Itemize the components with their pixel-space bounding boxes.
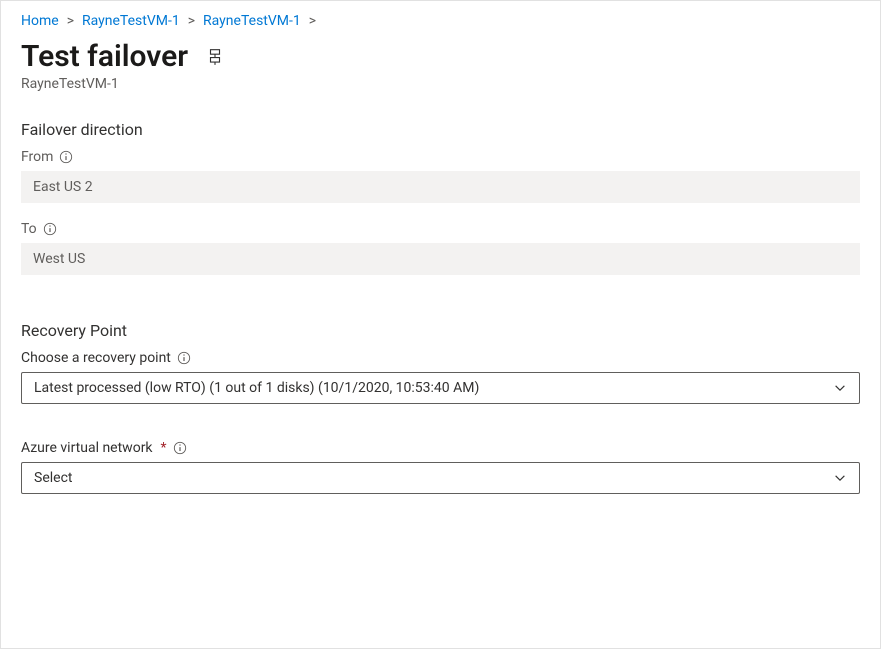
recovery-point-heading: Recovery Point — [21, 321, 860, 340]
failover-direction-heading: Failover direction — [21, 120, 860, 139]
from-label-row: From — [21, 149, 860, 165]
virtual-network-select[interactable]: Select — [21, 462, 860, 494]
to-label: To — [21, 221, 37, 237]
virtual-network-selected: Select — [34, 470, 72, 486]
page-header: Test failover — [21, 39, 860, 74]
recovery-point-select[interactable]: Latest processed (low RTO) (1 out of 1 d… — [21, 372, 860, 404]
breadcrumb-separator: > — [67, 13, 74, 29]
choose-recovery-label: Choose a recovery point — [21, 350, 171, 366]
to-label-row: To — [21, 221, 860, 237]
breadcrumb-level1[interactable]: RayneTestVM-1 — [82, 13, 180, 29]
chevron-down-icon — [833, 381, 847, 395]
info-icon[interactable] — [177, 351, 191, 365]
recovery-point-selected: Latest processed (low RTO) (1 out of 1 d… — [34, 380, 479, 396]
from-label: From — [21, 149, 53, 165]
pin-icon[interactable] — [206, 48, 224, 66]
info-icon[interactable] — [173, 441, 187, 455]
breadcrumb-separator: > — [309, 13, 316, 29]
choose-recovery-label-row: Choose a recovery point — [21, 350, 860, 366]
info-icon[interactable] — [59, 150, 73, 164]
breadcrumb-home[interactable]: Home — [21, 13, 59, 29]
virtual-network-label: Azure virtual network — [21, 440, 153, 456]
virtual-network-label-row: Azure virtual network * — [21, 440, 860, 456]
info-icon[interactable] — [43, 222, 57, 236]
chevron-down-icon — [833, 471, 847, 485]
required-star: * — [161, 440, 167, 456]
breadcrumb-level2[interactable]: RayneTestVM-1 — [203, 13, 301, 29]
page-subtitle: RayneTestVM-1 — [21, 76, 860, 92]
to-region-value: West US — [21, 243, 860, 275]
page-title: Test failover — [21, 39, 188, 74]
from-region-value: East US 2 — [21, 171, 860, 203]
breadcrumb-separator: > — [188, 13, 195, 29]
breadcrumb: Home > RayneTestVM-1 > RayneTestVM-1 > — [21, 13, 860, 29]
